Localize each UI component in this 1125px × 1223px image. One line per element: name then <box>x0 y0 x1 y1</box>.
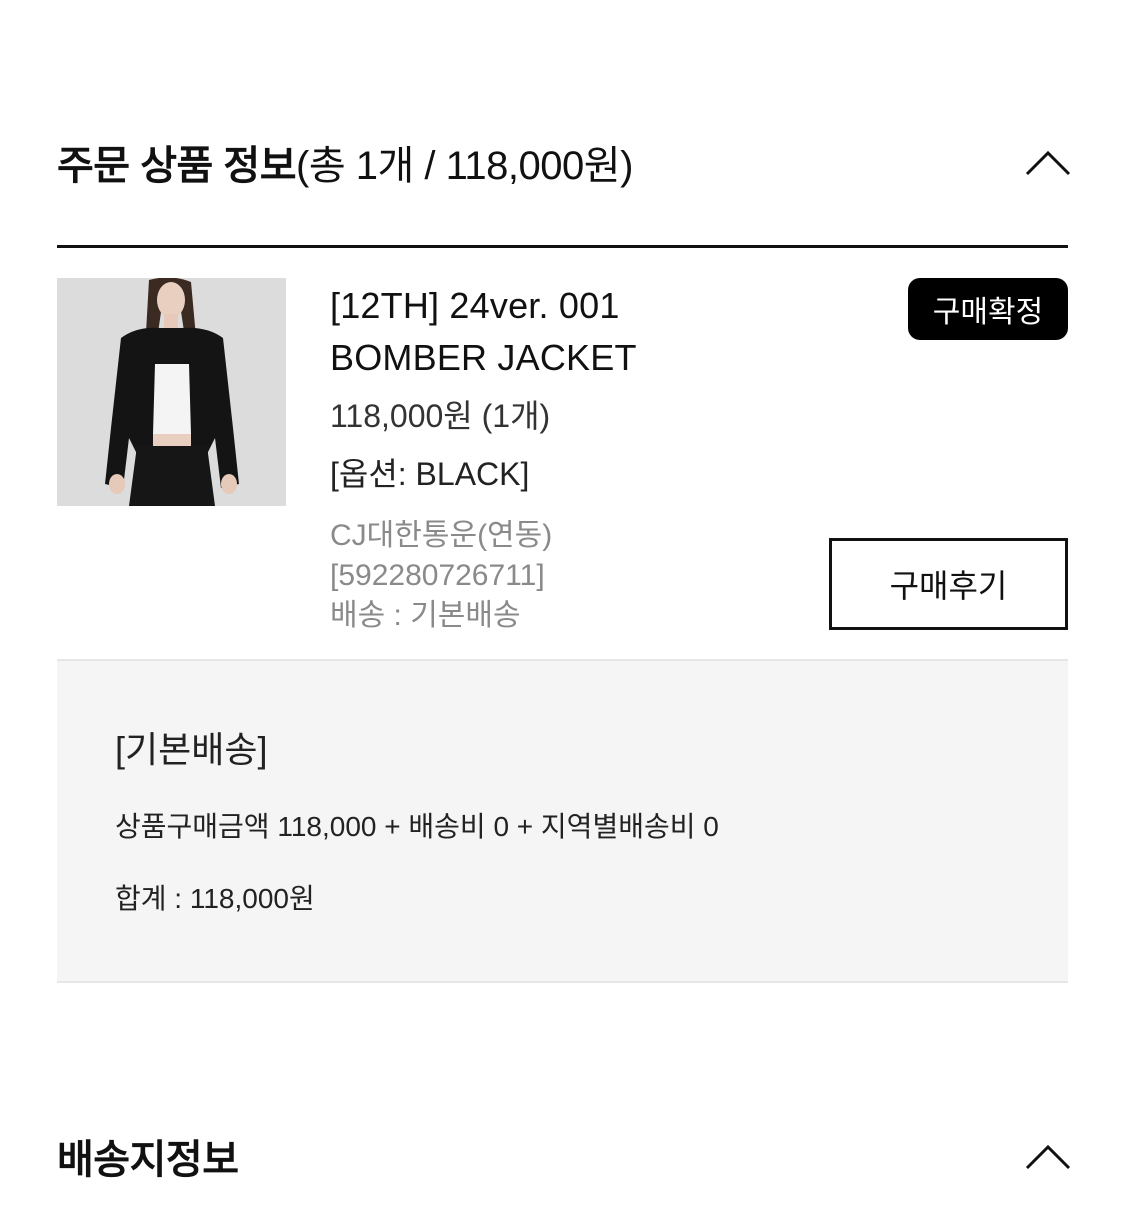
summary-divider <box>57 981 1068 983</box>
product-name-line2: BOMBER JACKET <box>330 337 637 378</box>
delivery-info: CJ대한통운(연동) [592280726711] 배송 : 기본배송 <box>330 516 790 636</box>
write-review-button[interactable]: 구매후기 <box>829 538 1068 630</box>
shipping-method: 배송 : 기본배송 <box>330 599 521 632</box>
section-divider <box>57 245 1068 248</box>
summary-title: [기본배송] <box>115 729 268 770</box>
tracking-number[interactable]: [592280726711] <box>330 556 790 596</box>
product-name-line1: [12TH] 24ver. 001 <box>330 285 620 326</box>
product-price: 118,000원 (1개) <box>330 398 551 434</box>
confirm-purchase-button[interactable]: 구매확정 <box>908 278 1068 340</box>
order-products-title-label: 주문 상품 정보 <box>57 144 297 188</box>
courier-name: CJ대한통운(연동) <box>330 519 553 552</box>
order-products-header[interactable]: 주문 상품 정보(총 1개 / 118,000원) <box>57 130 1071 194</box>
product-info: [12TH] 24ver. 001 BOMBER JACKET 118,000원… <box>330 280 790 636</box>
order-products-title: 주문 상품 정보(총 1개 / 118,000원) <box>57 133 633 191</box>
summary-total: 합계 : 118,000원 <box>115 883 315 914</box>
shipping-summary-box: [기본배송] 상품구매금액 118,000 + 배송비 0 + 지역별배송비 0… <box>57 661 1068 981</box>
product-option: [옵션: BLACK] <box>330 456 530 492</box>
chevron-up-icon[interactable] <box>1020 142 1076 182</box>
shipping-address-title-label: 배송지정보 <box>57 1138 239 1182</box>
summary-formula: 상품구매금액 118,000 + 배송비 0 + 지역별배송비 0 <box>115 811 719 842</box>
product-name[interactable]: [12TH] 24ver. 001 BOMBER JACKET <box>330 280 790 384</box>
order-products-summary: (총 1개 / 118,000원) <box>296 144 633 188</box>
order-detail-page: 주문 상품 정보(총 1개 / 118,000원) [12TH] 24ver. … <box>0 0 1125 1223</box>
chevron-up-icon[interactable] <box>1020 1136 1076 1176</box>
product-thumbnail[interactable] <box>57 278 286 506</box>
shipping-address-header[interactable]: 배송지정보 <box>57 1124 1071 1188</box>
shipping-address-title: 배송지정보 <box>57 1127 239 1185</box>
